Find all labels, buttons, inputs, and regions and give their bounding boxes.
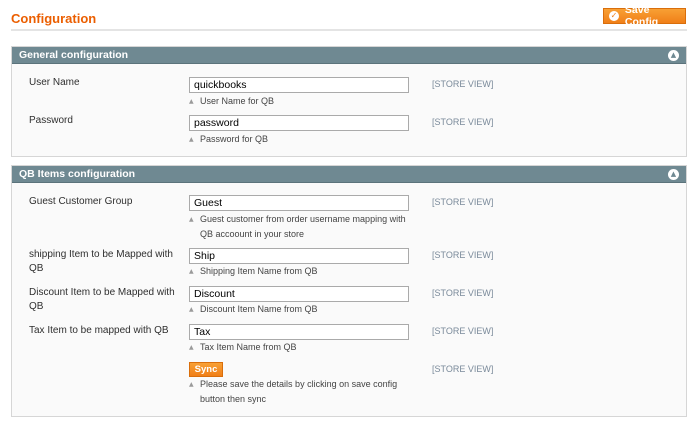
field-label: Discount Item to be Mapped with QB xyxy=(29,287,175,312)
user-name-input[interactable] xyxy=(189,77,409,93)
sync-note: Please save the details by clicking on s… xyxy=(189,377,414,407)
qb-items-configuration-section: QB Items configuration ▲ Guest Customer … xyxy=(11,165,687,417)
scope-label: [STORE VIEW] xyxy=(432,364,494,374)
field-note: Tax Item Name from QB xyxy=(189,340,414,355)
title-divider xyxy=(11,29,687,31)
field-label: Tax Item to be mapped with QB xyxy=(29,325,169,336)
discount-item-input[interactable] xyxy=(189,286,409,302)
field-label: shipping Item to be Mapped with QB xyxy=(29,249,173,274)
scope-label: [STORE VIEW] xyxy=(432,117,494,127)
chevron-up-icon[interactable]: ▲ xyxy=(668,50,679,61)
sync-button[interactable]: Sync xyxy=(189,362,223,377)
scope-label: [STORE VIEW] xyxy=(432,250,494,260)
field-note: Shipping Item Name from QB xyxy=(189,264,414,279)
tax-item-input[interactable] xyxy=(189,324,409,340)
chevron-up-icon[interactable]: ▲ xyxy=(668,169,679,180)
field-note: Guest customer from order username mappi… xyxy=(189,212,414,242)
page-title: Configuration xyxy=(11,11,97,26)
general-configuration-header[interactable]: General configuration ▲ xyxy=(12,47,686,64)
field-label: Guest Customer Group xyxy=(29,196,133,207)
scope-label: [STORE VIEW] xyxy=(432,197,494,207)
general-configuration-section: General configuration ▲ User Name User N… xyxy=(11,46,687,157)
scope-label: [STORE VIEW] xyxy=(432,79,494,89)
field-label: Password xyxy=(29,115,73,126)
field-note: Password for QB xyxy=(189,132,414,147)
save-config-label: Save Config xyxy=(624,4,659,28)
shipping-item-input[interactable] xyxy=(189,248,409,264)
field-note: Discount Item Name from QB xyxy=(189,302,414,317)
scope-label: [STORE VIEW] xyxy=(432,288,494,298)
scope-label: [STORE VIEW] xyxy=(432,326,494,336)
check-circle-icon: ✓ xyxy=(609,11,619,21)
password-input[interactable] xyxy=(189,115,409,131)
field-note: User Name for QB xyxy=(189,94,414,109)
save-config-button[interactable]: ✓ Save Config xyxy=(603,4,686,28)
section-title: General configuration xyxy=(19,49,129,61)
section-title: QB Items configuration xyxy=(19,168,136,180)
qb-items-configuration-header[interactable]: QB Items configuration ▲ xyxy=(12,166,686,183)
guest-customer-group-input[interactable] xyxy=(189,195,409,211)
field-label: User Name xyxy=(29,77,80,88)
